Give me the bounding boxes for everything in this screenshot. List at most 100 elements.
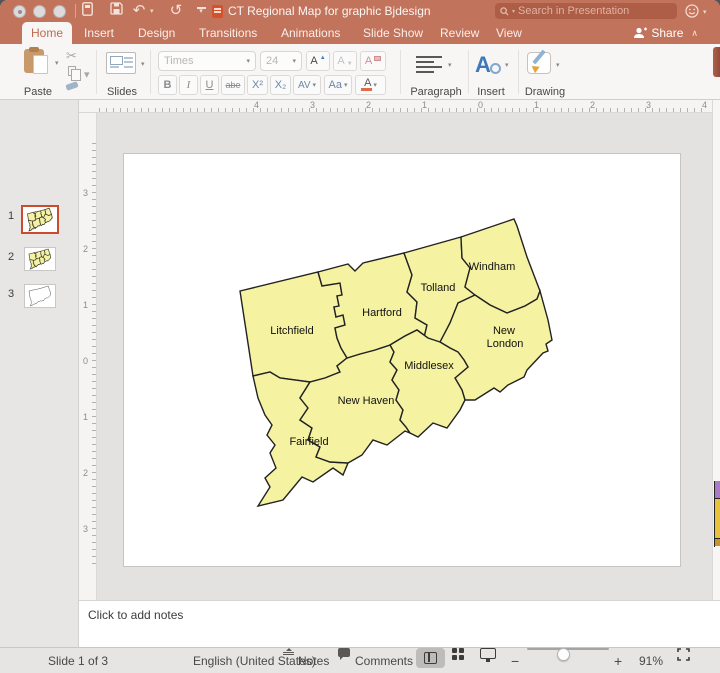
tab-home[interactable]: Home — [22, 22, 72, 44]
offscreen-ribbon-widget — [713, 47, 720, 77]
notes-placeholder: Click to add notes — [88, 608, 184, 622]
slide-2-thumbnail[interactable] — [24, 247, 56, 271]
tab-review[interactable]: Review — [440, 22, 479, 44]
clear-formatting-button[interactable]: A — [360, 51, 386, 71]
feedback-smiley-icon[interactable] — [685, 4, 699, 18]
clipboard-page-icon — [33, 55, 48, 74]
change-case-button[interactable]: Aa ▾ — [324, 75, 352, 95]
zoom-level[interactable]: 91% — [639, 654, 663, 668]
label-hartford: Hartford — [362, 307, 402, 319]
titlebar-divider — [75, 4, 76, 18]
tab-transitions[interactable]: Transitions — [199, 22, 257, 44]
share-button[interactable]: Share ∧ — [633, 22, 698, 44]
search-field[interactable]: ▾ — [495, 3, 677, 19]
subscript-button[interactable]: X₂ — [270, 75, 291, 95]
copy-icon[interactable] — [68, 66, 81, 81]
comments-label[interactable]: Comments — [355, 654, 413, 668]
zoom-window-button[interactable] — [53, 5, 66, 18]
collapse-ribbon-icon[interactable]: ∧ — [691, 28, 698, 39]
ct-county-map[interactable]: Litchfield Hartford Tolland Windham New … — [233, 211, 563, 511]
insert-caret-icon[interactable]: ▾ — [505, 61, 509, 69]
drawing-button[interactable] — [527, 49, 551, 74]
insert-shape-icon — [490, 63, 501, 74]
font-size-combo[interactable]: 24 ▾ — [260, 51, 302, 71]
notes-toggle-icon[interactable] — [283, 648, 294, 656]
powerpoint-doc-icon — [212, 4, 223, 18]
paste-button[interactable] — [24, 47, 50, 77]
paragraph-button[interactable] — [416, 56, 442, 73]
strikethrough-button[interactable]: abe — [221, 75, 245, 95]
redo-icon[interactable]: ↺ — [168, 2, 184, 20]
font-name-combo[interactable]: Times ▾ — [158, 51, 256, 71]
share-person-icon — [634, 27, 648, 38]
vertical-scrollbar[interactable] — [712, 100, 720, 647]
horizontal-ruler: 4 3 2 1 0 1 2 3 4 — [79, 100, 712, 113]
normal-view-button[interactable] — [416, 648, 445, 668]
new-slide-icon[interactable] — [81, 2, 94, 20]
tab-design[interactable]: Design — [138, 22, 175, 44]
font-size-caret-icon[interactable]: ▾ — [292, 57, 296, 65]
paragraph-caret-icon[interactable]: ▾ — [448, 61, 452, 69]
grow-font-button[interactable]: A ▲ — [306, 51, 330, 71]
slide-1-number: 1 — [8, 210, 15, 222]
bold-button[interactable]: B — [158, 75, 177, 95]
tab-insert[interactable]: Insert — [84, 22, 114, 44]
ribbon-separator — [150, 50, 151, 94]
ribbon-separator — [518, 50, 519, 94]
zoom-slider-thumb[interactable] — [557, 648, 570, 661]
undo-caret-icon[interactable]: ▾ — [150, 7, 154, 15]
normal-view-icon — [424, 652, 437, 664]
save-icon[interactable] — [109, 2, 123, 20]
ribbon-separator — [468, 50, 469, 94]
shrink-font-button[interactable]: A ▼ — [333, 51, 357, 71]
document-title-text: CT Regional Map for graphic Bjdesign — [228, 4, 431, 18]
drawing-label: Drawing — [524, 86, 566, 98]
superscript-button[interactable]: X² — [247, 75, 268, 95]
status-bar: Slide 1 of 3 English (United States) Not… — [0, 647, 720, 673]
slide-3-thumbnail[interactable] — [24, 284, 56, 308]
feedback-caret-icon[interactable]: ▾ — [703, 8, 707, 16]
offscreen-pencil-object — [714, 481, 720, 547]
drawing-caret-icon[interactable]: ▾ — [556, 61, 560, 69]
document-title: CT Regional Map for graphic Bjdesign — [212, 4, 431, 18]
search-input[interactable] — [518, 5, 659, 17]
font-name-caret-icon[interactable]: ▾ — [246, 57, 250, 65]
cut-button[interactable]: ✂ — [66, 48, 77, 64]
label-new-london-2: London — [487, 338, 524, 350]
minimize-window-button[interactable] — [33, 5, 46, 18]
zoom-in-button[interactable]: + — [614, 653, 622, 669]
slide-show-button[interactable] — [480, 648, 496, 662]
slides-label: Slides — [107, 86, 137, 98]
paste-caret-icon[interactable]: ▾ — [55, 59, 59, 67]
font-color-button[interactable]: A ▾ — [355, 75, 386, 95]
undo-icon[interactable]: ↶ — [131, 2, 147, 20]
tab-view[interactable]: View — [496, 22, 522, 44]
character-spacing-button[interactable]: AV ▾ — [293, 75, 321, 95]
label-tolland: Tolland — [421, 282, 456, 294]
copy-caret-icon[interactable]: ▾ — [84, 68, 90, 81]
insert-button[interactable]: A — [475, 52, 501, 77]
slide-sorter-view-button[interactable] — [452, 648, 465, 661]
slide-counter: Slide 1 of 3 — [48, 654, 109, 668]
close-window-button[interactable] — [13, 5, 26, 18]
italic-button[interactable]: I — [179, 75, 198, 95]
slides-caret-icon[interactable]: ▾ — [141, 60, 145, 68]
fit-slide-to-window-icon[interactable] — [677, 648, 690, 661]
zoom-out-button[interactable]: − — [511, 653, 519, 669]
font-name-value: Times — [164, 55, 194, 67]
tab-slide-show[interactable]: Slide Show — [363, 22, 423, 44]
font-color-swatch — [361, 88, 372, 91]
format-painter-icon[interactable] — [65, 81, 79, 91]
slide-1-thumbnail[interactable] — [21, 205, 59, 234]
tab-animations[interactable]: Animations — [281, 22, 340, 44]
comments-icon[interactable] — [338, 648, 350, 660]
more-toolbar-commands-icon[interactable]: ▾ — [195, 2, 207, 20]
search-icon — [500, 6, 509, 16]
underline-button[interactable]: U — [200, 75, 219, 95]
notes-pane[interactable]: Click to add notes — [79, 600, 720, 647]
label-windham: Windham — [469, 261, 515, 273]
label-litchfield: Litchfield — [270, 325, 313, 337]
new-slide-button[interactable] — [106, 52, 136, 74]
search-scope-caret-icon[interactable]: ▾ — [512, 8, 515, 15]
notes-toggle-label[interactable]: Notes — [298, 654, 329, 668]
